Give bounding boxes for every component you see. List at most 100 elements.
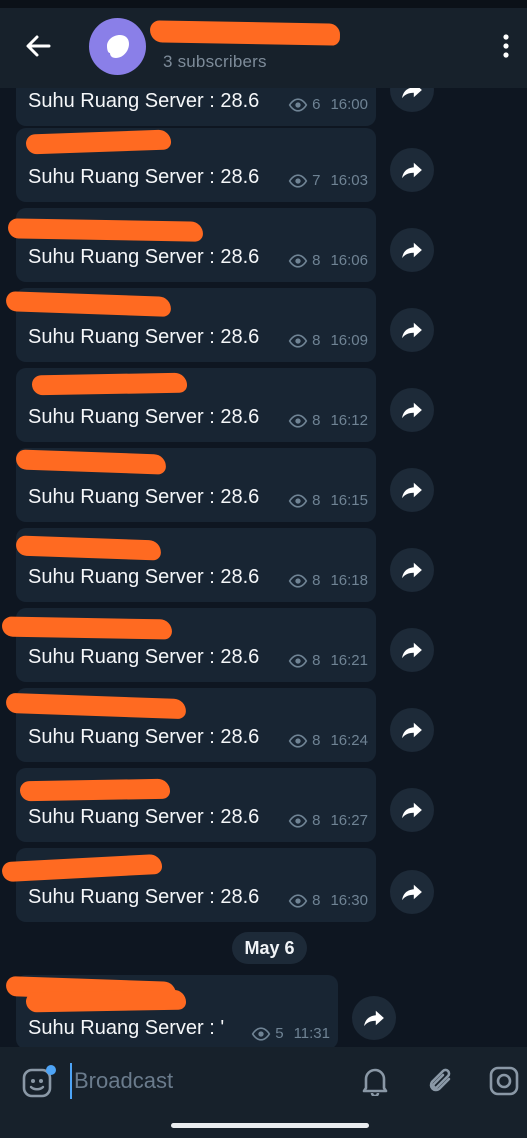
message-time: 11:31 <box>293 1025 330 1042</box>
message-time: 16:18 <box>330 572 368 589</box>
message-time: 16:00 <box>330 96 368 113</box>
channel-avatar[interactable] <box>89 18 146 75</box>
forward-button[interactable] <box>390 388 434 432</box>
forward-button[interactable] <box>390 548 434 592</box>
eye-icon <box>288 97 308 112</box>
message-bubble[interactable]: Suhu Ruang Server : 28.6 8 16:18 <box>15 528 376 602</box>
message-text: Suhu Ruang Server : 28.6 <box>28 566 260 588</box>
redacted-sender <box>5 291 172 317</box>
date-separator: May 6 <box>232 932 307 964</box>
message-meta: 8 16:09 <box>288 332 368 349</box>
camera-button[interactable] <box>488 1065 520 1097</box>
view-count: 8 <box>312 732 321 749</box>
message-meta: 8 16:12 <box>288 412 368 429</box>
sticker-button[interactable] <box>22 1065 56 1099</box>
eye-icon <box>288 413 308 428</box>
message-meta: 7 16:03 <box>288 172 368 189</box>
view-count: 8 <box>312 252 321 269</box>
forward-button[interactable] <box>390 148 434 192</box>
view-count: 8 <box>312 412 321 429</box>
forward-icon <box>402 402 422 419</box>
camera-icon <box>489 1066 519 1096</box>
message-text: Suhu Ruang Server : 28.6 <box>28 406 260 428</box>
forward-icon <box>402 242 422 259</box>
back-arrow-icon <box>26 35 51 57</box>
sticker-icon <box>22 1065 56 1098</box>
redacted-sender <box>31 372 188 396</box>
forward-button[interactable] <box>390 228 434 272</box>
message-bubble[interactable]: Suhu Ruang Server : 28.6 8 16:15 <box>15 448 376 522</box>
redacted-sender <box>25 989 187 1013</box>
channel-avatar-icon <box>106 34 129 58</box>
message-bubble[interactable]: Suhu Ruang Server : 28.6 8 16:30 <box>1 848 376 922</box>
redacted-sender <box>25 129 172 155</box>
forward-icon <box>402 884 422 901</box>
attach-button[interactable] <box>425 1065 457 1097</box>
forward-icon <box>402 482 422 499</box>
forward-button[interactable] <box>352 996 396 1040</box>
view-count: 8 <box>312 572 321 589</box>
redacted-sender <box>1 616 173 640</box>
forward-icon <box>402 642 422 659</box>
more-vert-icon <box>503 34 509 58</box>
notifications-button[interactable] <box>359 1065 391 1097</box>
back-button[interactable] <box>20 30 56 62</box>
message-time: 16:03 <box>330 172 368 189</box>
channel-title-redacted[interactable] <box>149 20 341 46</box>
eye-icon <box>288 653 308 668</box>
eye-icon <box>288 173 308 188</box>
message-text: Suhu Ruang Server : 28.6 <box>28 886 260 908</box>
view-count: 7 <box>312 172 321 189</box>
message-time: 16:15 <box>330 492 368 509</box>
message-time: 16:24 <box>330 732 368 749</box>
message-bubble[interactable]: Suhu Ruang Server : ' 5 11:31 <box>5 975 338 1049</box>
forward-icon <box>402 322 422 339</box>
message-bubble[interactable]: Suhu Ruang Server : 28.6 8 16:12 <box>16 368 376 442</box>
more-menu-button[interactable] <box>494 28 518 64</box>
paperclip-icon <box>429 1068 451 1092</box>
message-meta: 8 16:30 <box>288 892 368 909</box>
message-text: Suhu Ruang Server : 28.6 <box>28 326 260 348</box>
message-time: 16:27 <box>330 812 368 829</box>
message-meta: 5 11:31 <box>251 1025 330 1042</box>
view-count: 6 <box>312 96 321 113</box>
message-time: 16:12 <box>330 412 368 429</box>
message-time: 16:30 <box>330 892 368 909</box>
message-meta: 6 16:00 <box>288 96 368 113</box>
message-meta: 8 16:24 <box>288 732 368 749</box>
forward-button[interactable] <box>390 468 434 512</box>
message-text: Suhu Ruang Server : 28.6 <box>28 486 260 508</box>
broadcast-input[interactable] <box>70 1063 340 1099</box>
message-text: Suhu Ruang Server : 28.6 <box>28 246 260 268</box>
forward-icon <box>402 562 422 579</box>
message-meta: 8 16:21 <box>288 652 368 669</box>
message-time: 16:21 <box>330 652 368 669</box>
forward-icon <box>402 162 422 179</box>
message-bubble[interactable]: Suhu Ruang Server : 28.6 7 16:03 <box>16 128 376 202</box>
home-indicator <box>171 1123 369 1128</box>
message-bubble[interactable]: Suhu Ruang Server : 28.6 8 16:27 <box>16 768 376 842</box>
forward-button[interactable] <box>390 708 434 752</box>
forward-button[interactable] <box>390 628 434 672</box>
forward-button[interactable] <box>390 308 434 352</box>
view-count: 8 <box>312 332 321 349</box>
eye-icon <box>288 333 308 348</box>
message-feed[interactable]: Suhu Ruang Server : 28.6 6 16:00 Suhu Ru… <box>0 0 527 1138</box>
bell-icon <box>362 1068 388 1096</box>
redacted-sender <box>19 778 171 802</box>
redacted-sender <box>7 218 204 242</box>
message-bubble[interactable]: Suhu Ruang Server : 28.6 8 16:09 <box>5 288 376 362</box>
forward-button[interactable] <box>390 788 434 832</box>
forward-button[interactable] <box>390 870 434 914</box>
message-bubble[interactable]: Suhu Ruang Server : 28.6 8 16:06 <box>7 208 376 282</box>
eye-icon <box>288 893 308 908</box>
message-text: Suhu Ruang Server : ' <box>28 1017 225 1039</box>
eye-icon <box>288 253 308 268</box>
message-text: Suhu Ruang Server : 28.6 <box>28 806 260 828</box>
message-bubble[interactable]: Suhu Ruang Server : 28.6 8 16:24 <box>5 688 376 762</box>
message-meta: 8 16:06 <box>288 252 368 269</box>
eye-icon <box>288 573 308 588</box>
message-time: 16:09 <box>330 332 368 349</box>
forward-icon <box>402 722 422 739</box>
message-bubble[interactable]: Suhu Ruang Server : 28.6 8 16:21 <box>1 608 376 682</box>
